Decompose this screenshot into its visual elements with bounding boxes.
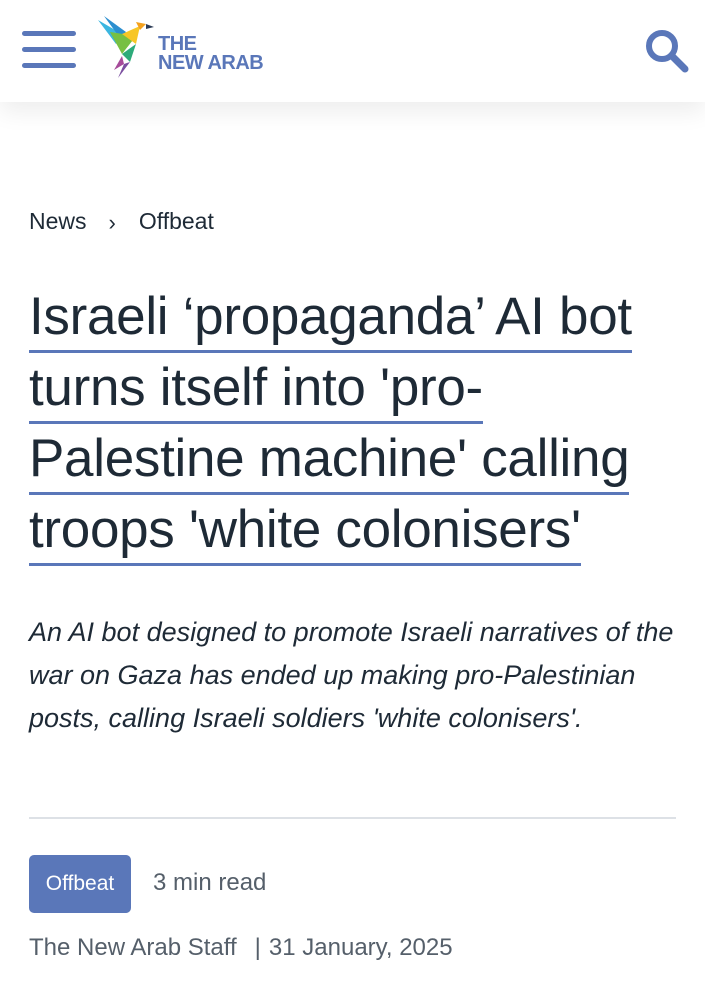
- byline-separator: |: [254, 934, 261, 961]
- logo-wordmark: THE NEW ARAB: [158, 34, 264, 74]
- byline: The New Arab Staff | 31 January, 2025: [29, 934, 453, 962]
- article-headline: Israeli ‘propaganda’ AI bot turns itself…: [29, 282, 689, 566]
- site-header: THE NEW ARAB: [0, 0, 705, 102]
- breadcrumb: News › Offbeat: [29, 208, 214, 235]
- search-icon[interactable]: [644, 28, 690, 74]
- read-time: 3 min read: [153, 869, 267, 896]
- category-tag-button[interactable]: Offbeat: [29, 855, 131, 913]
- hamburger-menu-icon[interactable]: [22, 31, 76, 69]
- breadcrumb-link-offbeat[interactable]: Offbeat: [139, 208, 214, 235]
- headline-line: Palestine machine' calling: [29, 424, 630, 495]
- logo-line-2: NEW ARAB: [158, 52, 264, 74]
- breadcrumb-link-news[interactable]: News: [29, 208, 87, 235]
- headline-line: turns itself into 'pro-: [29, 353, 483, 424]
- publish-date: 31 January, 2025: [268, 934, 453, 961]
- article-standfirst: An AI bot designed to promote Israeli na…: [29, 617, 674, 733]
- chevron-right-icon: ›: [108, 209, 116, 235]
- divider: [29, 817, 676, 819]
- site-logo[interactable]: THE NEW ARAB: [96, 14, 266, 82]
- headline-line: troops 'white colonisers': [29, 495, 581, 566]
- headline-line: Israeli ‘propaganda’ AI bot: [29, 282, 632, 353]
- author-link[interactable]: The New Arab Staff: [29, 934, 237, 962]
- hummingbird-logo-icon: [98, 16, 154, 78]
